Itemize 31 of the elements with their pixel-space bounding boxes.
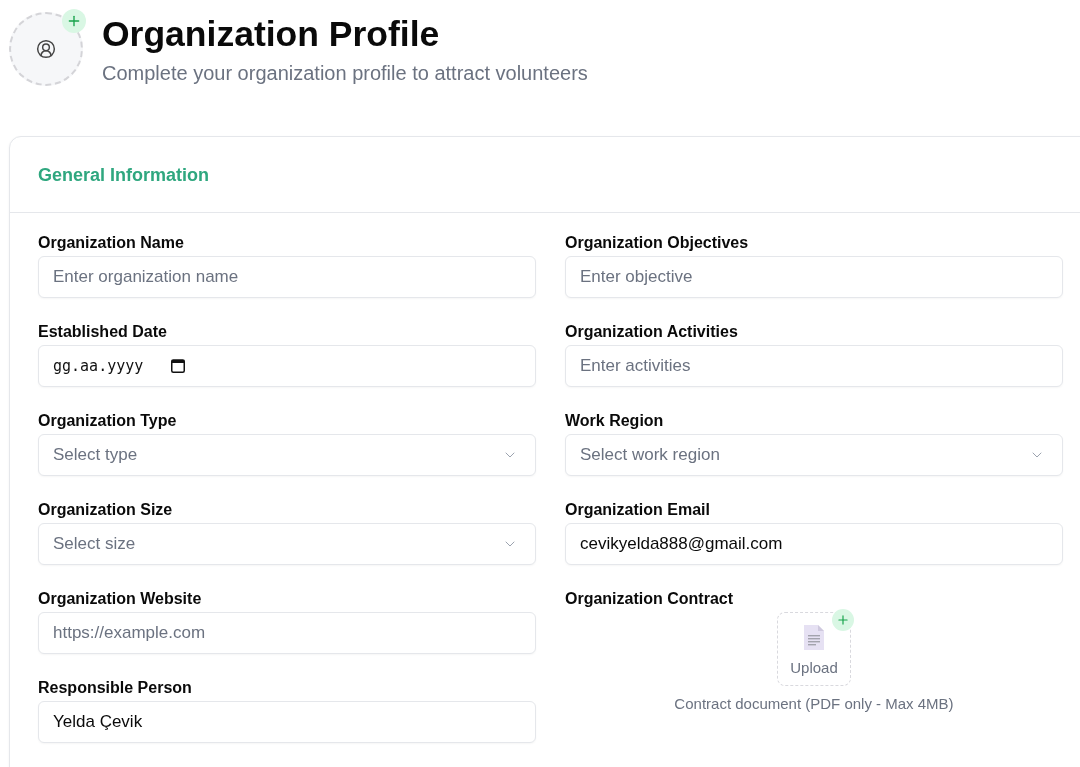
calendar-icon[interactable]: [171, 359, 185, 373]
field-label: Organization Size: [38, 500, 174, 520]
field-label: Organization Name: [38, 233, 185, 253]
field-label: Established Date: [38, 322, 168, 342]
section-title: General Information: [38, 163, 210, 187]
upload-hint: Contract document (PDF only - Max 4MB): [674, 695, 954, 713]
date-input[interactable]: gg.aa.yyyy: [38, 345, 536, 387]
field-label: Organization Contract: [565, 589, 734, 609]
page-title: Organization Profile: [102, 13, 441, 55]
field-label: Organization Type: [38, 411, 178, 431]
field-label: Organization Activities: [565, 322, 739, 342]
field-label: Organization Objectives: [565, 233, 750, 253]
text-input[interactable]: Enter activities: [565, 345, 1063, 387]
text-input[interactable]: cevikyelda888@gmail.com: [565, 523, 1063, 565]
field-label: Responsible Person: [38, 678, 193, 698]
user-icon: [36, 39, 56, 59]
page-subtitle: Complete your organization profile to attract volunteers: [102, 61, 588, 85]
text-input[interactable]: https://example.com: [38, 612, 536, 654]
upload-button[interactable]: Upload: [777, 612, 851, 686]
plus-icon[interactable]: [62, 9, 86, 33]
plus-icon[interactable]: [832, 609, 854, 631]
text-input[interactable]: Yelda Çevik: [38, 701, 536, 743]
text-input[interactable]: Enter objective: [565, 256, 1063, 298]
document-icon: [803, 624, 825, 651]
select-field[interactable]: Select size: [38, 523, 536, 565]
field-label: Work Region: [565, 411, 665, 431]
select-field[interactable]: Select type: [38, 434, 536, 476]
text-input[interactable]: Enter organization name: [38, 256, 536, 298]
field-label: Organization Website: [38, 589, 203, 609]
field-label: Organization Email: [565, 500, 711, 520]
select-field[interactable]: Select work region: [565, 434, 1063, 476]
